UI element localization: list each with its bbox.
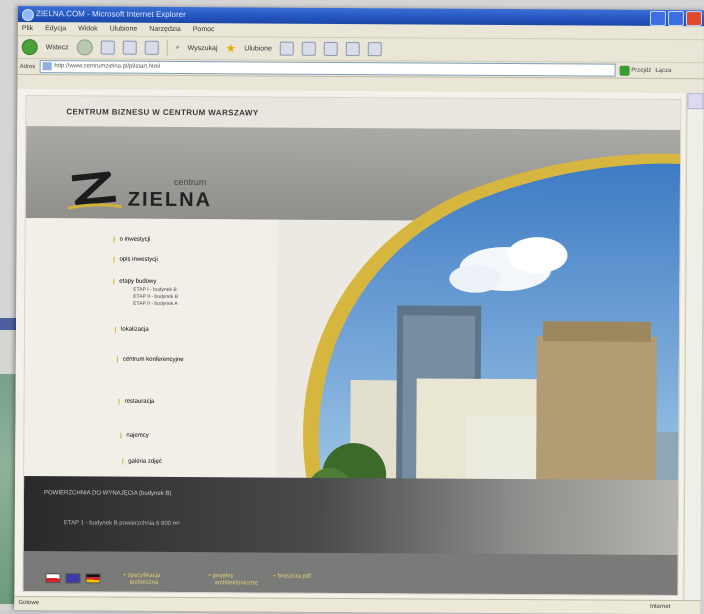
history-icon[interactable] (279, 41, 294, 56)
favorites-button[interactable]: Ulubione (244, 45, 272, 52)
search-icon[interactable]: ⌕ (176, 44, 180, 52)
mail-icon[interactable] (301, 41, 316, 56)
go-button[interactable]: Przejdź (619, 65, 652, 76)
bullet-icon: • (123, 572, 126, 579)
logo-wordmark: ZIELNA (127, 188, 213, 212)
status-bar: Gotowe Internet (14, 595, 701, 614)
language-flags (45, 573, 101, 584)
site-footer (23, 551, 678, 596)
page-icon (42, 62, 52, 71)
footer-link-line2: techniczna (129, 579, 159, 586)
refresh-icon[interactable] (122, 40, 137, 55)
flag-polish-icon[interactable] (45, 573, 61, 584)
bullet-icon: • (208, 573, 211, 580)
promo-detail: ETAP 1 - budynek B powierzchnia 6 800 m² (63, 520, 180, 527)
search-button[interactable]: Wyszukaj (188, 45, 218, 52)
folder-icon[interactable] (367, 42, 382, 57)
zielna-z-icon (67, 171, 122, 210)
nav-lokalizacja[interactable]: lokalizacja (115, 326, 149, 333)
address-url: http://www.centrumzielna.pl/pl/start.htm… (54, 63, 161, 70)
stop-icon[interactable] (100, 40, 115, 55)
flag-english-icon[interactable] (65, 573, 81, 584)
status-text: Gotowe (18, 600, 40, 607)
go-label: Przejdź (631, 67, 652, 74)
building-photo (246, 129, 681, 523)
go-arrow-icon (619, 65, 630, 76)
home-icon[interactable] (144, 40, 159, 55)
footer-link-specyfikacja[interactable]: • specyfikacja techniczna (123, 572, 161, 587)
status-zone: Internet (649, 603, 671, 610)
vertical-scrollbar[interactable] (683, 93, 704, 602)
nav-opis-inwestycji[interactable]: opis inwestycji (113, 256, 158, 263)
nav-galeria-zdjec[interactable]: galeria zdjęć (122, 458, 162, 465)
nav-najemcy[interactable]: najemcy (120, 432, 149, 439)
menu-tools[interactable]: Narzędzia (149, 23, 181, 36)
page-viewport: CENTRUM BIZNESU W CENTRUM WARSZAWY centr… (14, 88, 686, 602)
forward-icon[interactable] (76, 39, 93, 56)
footer-link-line1: projekty (212, 573, 234, 580)
promo-title: POWIERZCHNIA DO WYNAJĘCIA (budynek B) (44, 490, 172, 497)
back-button[interactable]: Wstecz (46, 44, 69, 51)
flag-german-icon[interactable] (85, 573, 101, 584)
menu-favorites[interactable]: Ulubione (110, 23, 138, 36)
footer-link-line1: specyfikacja (127, 572, 161, 579)
logo[interactable]: centrum ZIELNA (44, 166, 284, 223)
address-label: Adres (19, 63, 36, 70)
footer-link-broszura[interactable]: • broszura pdf (273, 573, 312, 581)
window-controls (649, 10, 702, 27)
close-button[interactable] (685, 11, 702, 27)
website: CENTRUM BIZNESU W CENTRUM WARSZAWY centr… (22, 95, 682, 597)
nav-sub-etap2a[interactable]: ETAP II - budynek A (133, 301, 178, 307)
site-slogan: CENTRUM BIZNESU W CENTRUM WARSZAWY (66, 107, 259, 118)
edit-icon[interactable] (345, 42, 360, 57)
back-icon[interactable] (21, 39, 38, 56)
address-input[interactable]: http://www.centrumzielna.pl/pl/start.htm… (39, 60, 616, 77)
maximize-button[interactable] (667, 10, 684, 27)
nav-etapy-budowy[interactable]: etapy budowy (113, 278, 157, 285)
ie-logo-icon (21, 9, 34, 22)
nav-restauracja[interactable]: restauracja (118, 398, 155, 405)
print-icon[interactable] (323, 41, 338, 56)
address-bar: Adres http://www.centrumzielna.pl/pl/sta… (17, 58, 704, 80)
browser-window: ZIELNA.COM - Microsoft Internet Explorer… (14, 6, 704, 614)
nav-centrum-konferencyjne[interactable]: centrum konferencyjne (116, 356, 184, 364)
bullet-icon: • (273, 573, 276, 580)
toolbar-separator (166, 39, 168, 56)
menu-file[interactable]: Plik (22, 22, 33, 35)
menu-view[interactable]: Widok (78, 22, 98, 35)
minimize-button[interactable] (649, 10, 666, 26)
nav-o-inwestycji[interactable]: o inwestycji (113, 236, 151, 243)
window-title: ZIELNA.COM - Microsoft Internet Explorer (35, 9, 186, 20)
footer-link-projekty[interactable]: • projekty architektoniczne (208, 573, 258, 587)
footer-link-line1: broszura pdf (277, 573, 312, 580)
favorites-icon[interactable]: ★ (225, 41, 236, 55)
menu-edit[interactable]: Edycja (45, 22, 66, 35)
links-label[interactable]: Łącza (655, 67, 671, 73)
nav-sub-etap2b[interactable]: ETAP II - budynek B (133, 294, 178, 300)
menu-help[interactable]: Pomoc (193, 23, 215, 36)
nav-sub-etap1[interactable]: ETAP I - budynek B (133, 287, 176, 293)
logo-subtitle: centrum (173, 176, 207, 188)
footer-link-line2: architektoniczne (214, 580, 258, 587)
scroll-up-button[interactable] (687, 93, 704, 110)
